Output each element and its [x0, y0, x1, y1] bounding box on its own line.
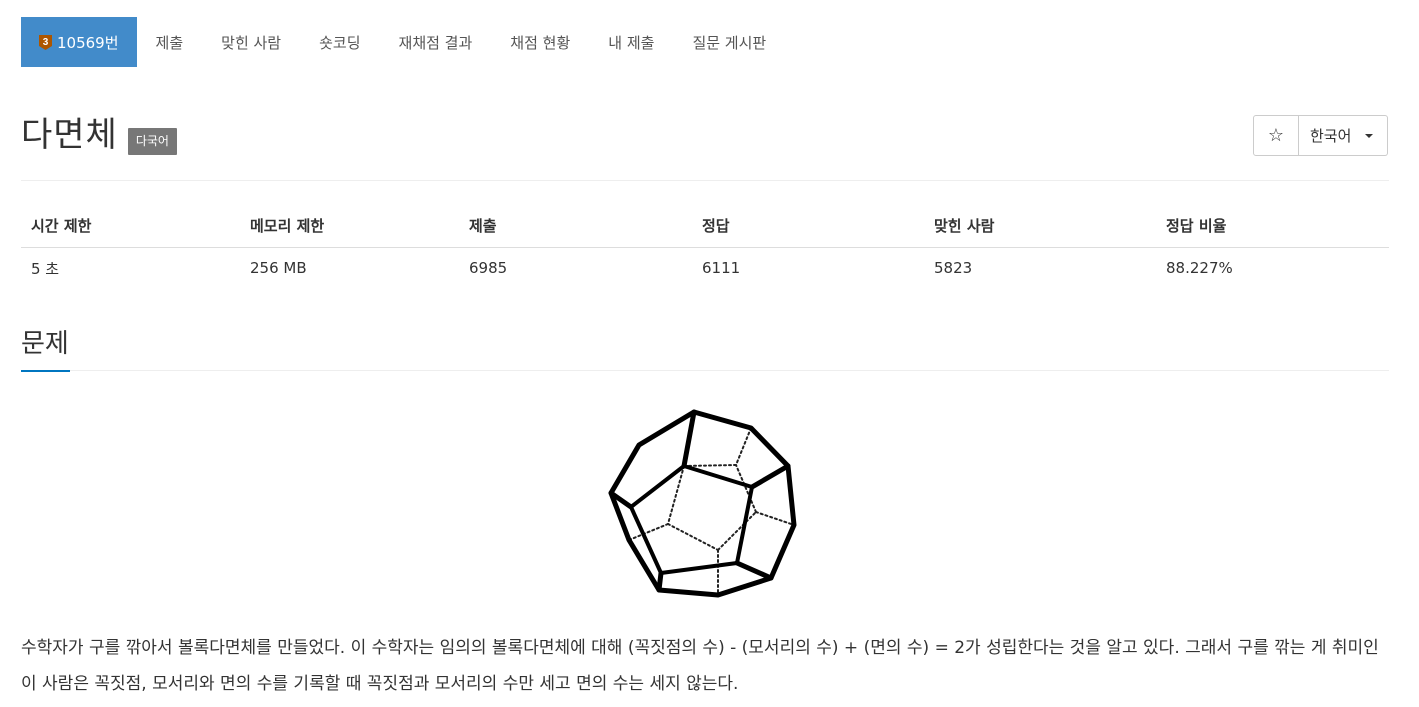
tab-short-coding[interactable]: 숏코딩 [300, 17, 379, 67]
header-memory-limit: 메모리 제한 [240, 205, 459, 248]
page-title: 다면체 [21, 115, 118, 155]
tab-submit[interactable]: 제출 [137, 17, 203, 67]
solved-users-value: 5823 [934, 259, 973, 278]
bronze-tier-3-icon: 3 [38, 34, 53, 51]
chevron-down-icon [1365, 133, 1374, 138]
table-row: 5 초 256 MB 6985 6111 5823 88.227% [21, 247, 1389, 289]
header-accept-rate: 정답 비율 [1156, 205, 1389, 248]
header-time-limit: 시간 제한 [21, 205, 240, 248]
accepted-value: 6111 [702, 259, 741, 278]
divider [21, 180, 1389, 181]
accept-rate-value: 88.227% [1166, 259, 1233, 278]
tab-solved-users[interactable]: 맞힌 사람 [202, 17, 300, 67]
title-row: 다면체 다국어 [21, 112, 177, 158]
dodecahedron-figure [606, 408, 800, 598]
problem-tabs: 3 10569번 제출 맞힌 사람 숏코딩 재채점 결과 채점 현황 내 제출 … [21, 17, 785, 67]
header-solved-users: 맞힌 사람 [924, 205, 1156, 248]
header-accepted: 정답 [692, 205, 924, 248]
tab-label: 10569번 [57, 33, 119, 52]
tab-question-board[interactable]: 질문 게시판 [673, 17, 785, 67]
star-icon: ☆ [1267, 125, 1285, 146]
header-submissions: 제출 [459, 205, 692, 248]
section-accent-bar [21, 370, 70, 372]
problem-description: 수학자가 구를 깎아서 볼록다면체를 만들었다. 이 수학자는 임의의 볼록다면… [21, 638, 1379, 694]
tab-problem[interactable]: 3 10569번 [21, 17, 137, 67]
memory-limit-value: 256 MB [250, 259, 307, 278]
section-title-problem: 문제 [21, 329, 69, 359]
language-select[interactable]: 한국어 [1299, 115, 1388, 156]
language-select-value: 한국어 [1310, 127, 1352, 145]
time-limit-value: 5 초 [31, 259, 60, 278]
table-header-row: 시간 제한 메모리 제한 제출 정답 맞힌 사람 정답 비율 [21, 205, 1389, 248]
problem-actions: ☆ 한국어 [1253, 115, 1388, 156]
tab-judge-status[interactable]: 채점 현황 [491, 17, 589, 67]
section-divider [21, 370, 1389, 371]
tab-my-submissions[interactable]: 내 제출 [589, 17, 673, 67]
tier-badge-text: 3 [43, 37, 49, 48]
problem-info-table: 시간 제한 메모리 제한 제출 정답 맞힌 사람 정답 비율 5 초 256 M… [21, 205, 1389, 289]
submissions-value: 6985 [469, 259, 508, 278]
multilang-badge: 다국어 [127, 128, 177, 155]
favorite-button[interactable]: ☆ [1253, 115, 1299, 156]
tab-rejudge-results[interactable]: 재채점 결과 [380, 17, 492, 67]
